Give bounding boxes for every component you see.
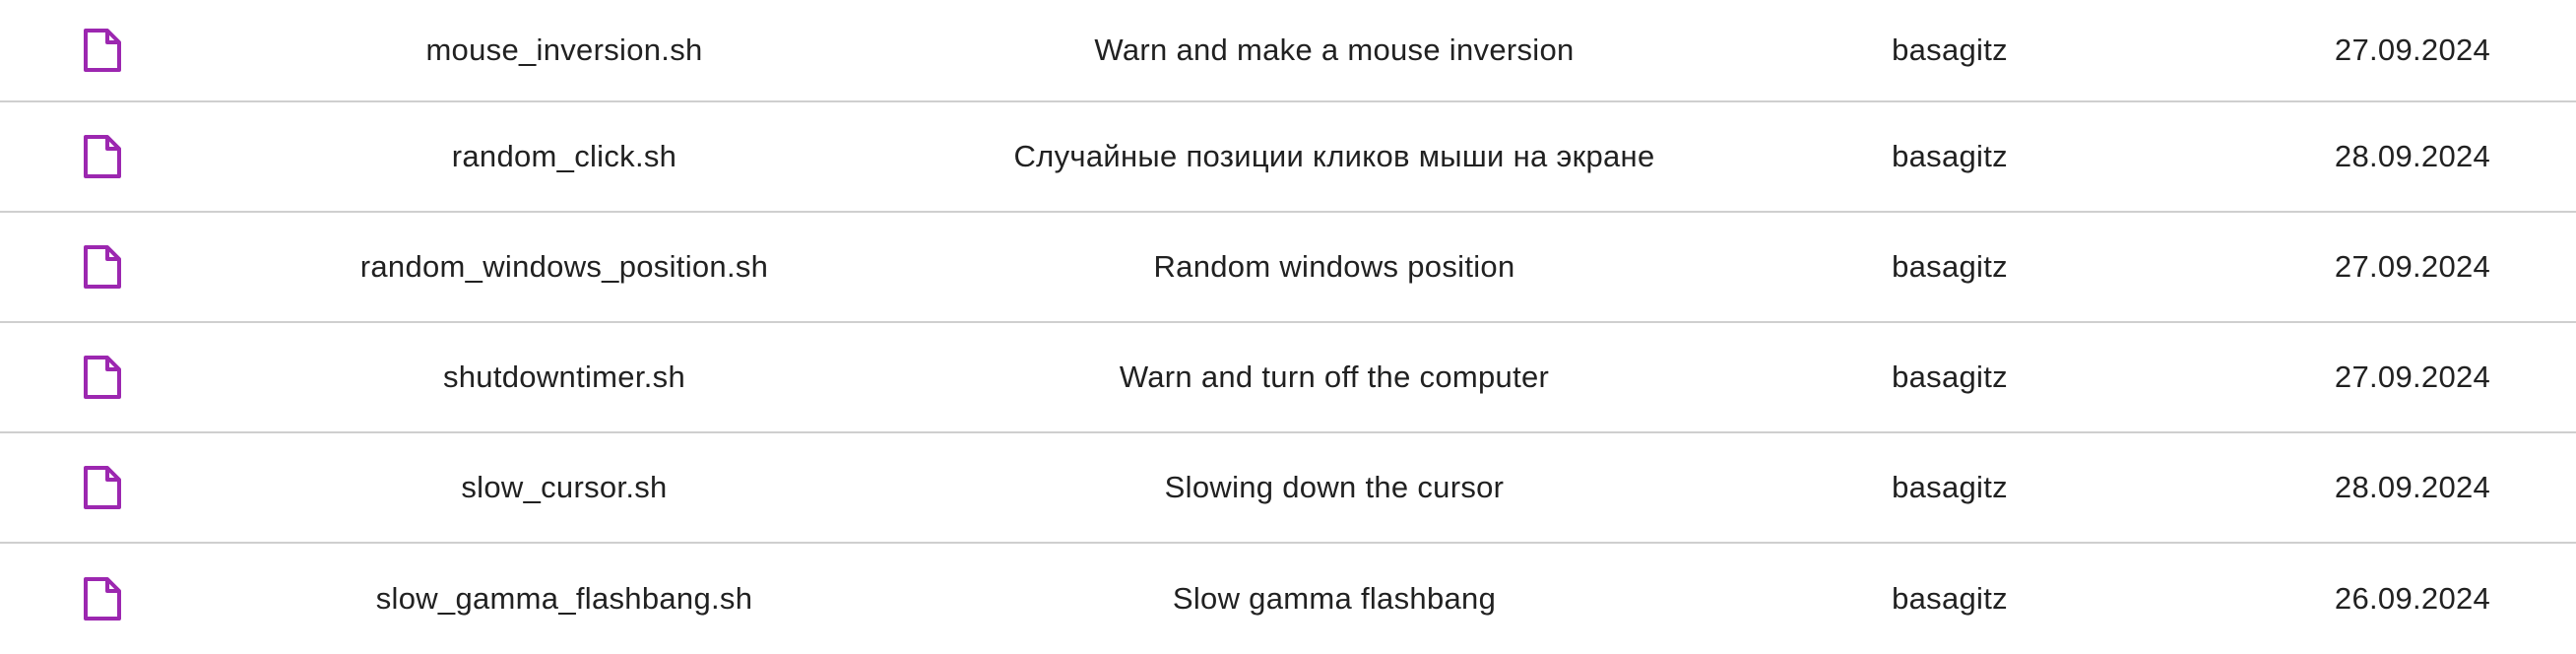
file-icon <box>69 102 136 211</box>
file-icon <box>69 0 136 100</box>
file-date: 27.09.2024 <box>2334 360 2491 394</box>
table-row[interactable]: mouse_inversion.sh Warn and make a mouse… <box>0 0 2576 102</box>
table-row[interactable]: shutdowntimer.sh Warn and turn off the c… <box>0 323 2576 433</box>
file-name[interactable]: shutdowntimer.sh <box>286 323 843 431</box>
file-date: 28.09.2024 <box>2334 470 2491 504</box>
file-date: 27.09.2024 <box>2334 249 2491 284</box>
file-author: basagitz <box>1892 33 2008 67</box>
file-name[interactable]: random_click.sh <box>286 102 843 211</box>
file-icon <box>69 433 136 542</box>
file-table: mouse_inversion.sh Warn and make a mouse… <box>0 0 2576 654</box>
table-row[interactable]: slow_cursor.sh Slowing down the cursor b… <box>0 433 2576 544</box>
file-author: basagitz <box>1892 581 2008 616</box>
table-row[interactable]: slow_gamma_flashbang.sh Slow gamma flash… <box>0 544 2576 654</box>
file-description: Random windows position <box>1153 249 1515 284</box>
file-description: Warn and make a mouse inversion <box>1094 33 1575 67</box>
file-icon <box>69 544 136 654</box>
file-author: basagitz <box>1892 249 2008 284</box>
file-description: Slowing down the cursor <box>1164 470 1505 504</box>
file-date: 27.09.2024 <box>2334 33 2491 67</box>
file-name[interactable]: mouse_inversion.sh <box>286 0 843 100</box>
file-description: Slow gamma flashbang <box>1172 581 1497 616</box>
file-name[interactable]: random_windows_position.sh <box>286 213 843 321</box>
file-date: 28.09.2024 <box>2334 139 2491 173</box>
file-description: Warn and turn off the computer <box>1119 360 1550 394</box>
file-description: Случайные позиции кликов мыши на экране <box>1013 139 1655 173</box>
table-row[interactable]: random_click.sh Случайные позиции кликов… <box>0 102 2576 213</box>
table-row[interactable]: random_windows_position.sh Random window… <box>0 213 2576 323</box>
file-author: basagitz <box>1892 139 2008 173</box>
file-author: basagitz <box>1892 360 2008 394</box>
file-author: basagitz <box>1892 470 2008 504</box>
file-icon <box>69 323 136 431</box>
file-name[interactable]: slow_gamma_flashbang.sh <box>286 544 843 654</box>
file-name[interactable]: slow_cursor.sh <box>286 433 843 542</box>
file-date: 26.09.2024 <box>2334 581 2491 616</box>
file-icon <box>69 213 136 321</box>
